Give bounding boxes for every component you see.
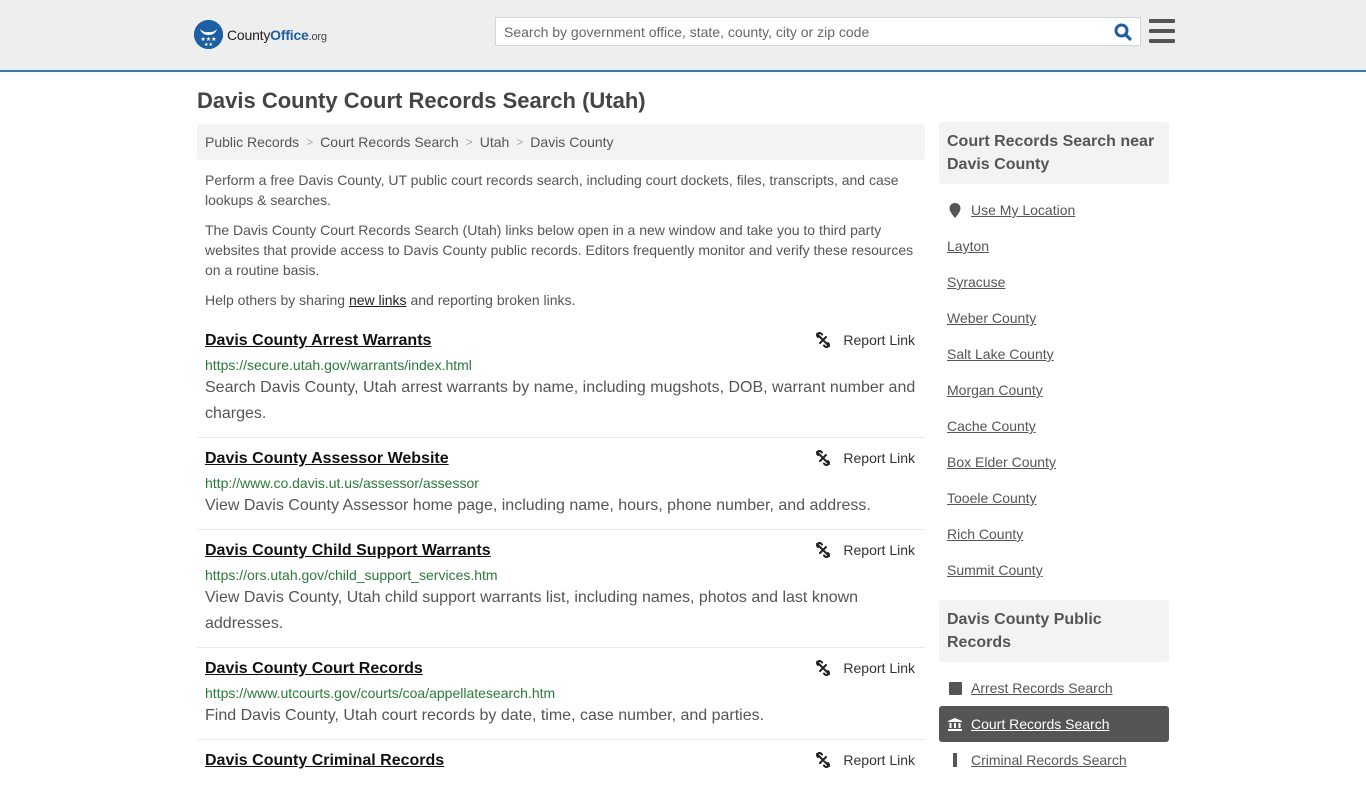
report-link-button[interactable]: Report Link	[815, 752, 915, 768]
use-my-location-item: Use My Location	[939, 192, 1169, 228]
breadcrumb-utah[interactable]: Utah	[480, 134, 510, 150]
result-item: Davis County Criminal Records Report Lin…	[197, 740, 925, 782]
public-records-heading: Davis County Public Records	[939, 600, 1169, 662]
public-records-list: Arrest Records Search Court Records Sear…	[939, 662, 1169, 790]
result-item: Davis County Child Support Warrants Repo…	[197, 530, 925, 648]
result-title-link[interactable]: Davis County Court Records	[205, 658, 423, 680]
result-item: Davis County Arrest Warrants Report Link…	[197, 326, 925, 438]
nearby-link-layton[interactable]: Layton	[947, 238, 989, 254]
nearby-item: Syracuse	[939, 264, 1169, 300]
nearby-list: Use My Location Layton Syracuse Weber Co…	[939, 184, 1169, 600]
court-records-search-link[interactable]: Court Records Search	[971, 716, 1110, 732]
results-list: Davis County Arrest Warrants Report Link…	[197, 326, 925, 782]
result-description: Search Davis County, Utah arrest warrant…	[205, 379, 916, 422]
nearby-item: Salt Lake County	[939, 336, 1169, 372]
site-header: ★★★ ★★ CountyOffice.org	[0, 0, 1366, 72]
public-records-item: Criminal Records Search	[939, 742, 1169, 778]
logo-text: CountyOffice.org	[227, 26, 327, 43]
nearby-item: Weber County	[939, 300, 1169, 336]
breadcrumb-davis-county[interactable]: Davis County	[530, 134, 613, 150]
nearby-link-salt-lake-county[interactable]: Salt Lake County	[947, 346, 1054, 362]
report-link-button[interactable]: Report Link	[815, 660, 915, 676]
result-description: View Davis County Assessor home page, in…	[205, 497, 871, 514]
result-title-link[interactable]: Davis County Criminal Records	[205, 750, 444, 772]
broken-link-icon	[816, 542, 831, 558]
intro-paragraph-3: Help others by sharing new links and rep…	[205, 292, 576, 308]
nearby-link-weber-county[interactable]: Weber County	[947, 310, 1036, 326]
search-icon	[1114, 23, 1132, 41]
nearby-item: Tooele County	[939, 480, 1169, 516]
nearby-link-tooele-county[interactable]: Tooele County	[947, 490, 1037, 506]
nearby-link-morgan-county[interactable]: Morgan County	[947, 382, 1043, 398]
broken-link-icon	[816, 752, 831, 768]
square-icon	[947, 681, 963, 695]
map-marker-icon	[947, 202, 963, 218]
nearby-item: Cache County	[939, 408, 1169, 444]
search-bar	[495, 17, 1141, 46]
intro-paragraph-1: Perform a free Davis County, UT public c…	[205, 172, 899, 208]
nearby-link-summit-county[interactable]: Summit County	[947, 562, 1043, 578]
result-url: https://www.utcourts.gov/courts/coa/appe…	[205, 685, 556, 701]
breadcrumb-separator: >	[465, 135, 473, 149]
nearby-item: Morgan County	[939, 372, 1169, 408]
courthouse-icon	[947, 717, 963, 731]
broken-link-icon	[816, 332, 831, 348]
intro-text: Perform a free Davis County, UT public c…	[205, 170, 920, 320]
public-records-item: Arrest Records Search	[939, 670, 1169, 706]
search-button[interactable]	[1106, 18, 1140, 45]
public-records-item-active: Court Records Search	[939, 706, 1169, 742]
broken-link-icon	[816, 450, 831, 466]
breadcrumb-public-records[interactable]: Public Records	[205, 134, 299, 150]
result-url: https://secure.utah.gov/warrants/index.h…	[205, 357, 472, 373]
nearby-link-syracuse[interactable]: Syracuse	[947, 274, 1005, 290]
result-title-link[interactable]: Davis County Arrest Warrants	[205, 330, 431, 352]
report-link-button[interactable]: Report Link	[815, 450, 915, 466]
nearby-link-cache-county[interactable]: Cache County	[947, 418, 1036, 434]
eagle-logo-icon: ★★★ ★★	[194, 20, 223, 49]
breadcrumb-court-records-search[interactable]: Court Records Search	[320, 134, 459, 150]
result-title-link[interactable]: Davis County Assessor Website	[205, 448, 449, 470]
arrest-records-search-link[interactable]: Arrest Records Search	[971, 680, 1113, 696]
svg-text:★★: ★★	[204, 42, 213, 48]
broken-link-icon	[816, 660, 831, 676]
result-item: Davis County Assessor Website Report Lin…	[197, 438, 925, 530]
nearby-item: Box Elder County	[939, 444, 1169, 480]
report-link-button[interactable]: Report Link	[815, 332, 915, 348]
bar-icon	[947, 753, 963, 767]
result-title-link[interactable]: Davis County Child Support Warrants	[205, 540, 491, 562]
site-logo[interactable]: ★★★ ★★ CountyOffice.org	[194, 20, 327, 49]
hamburger-menu-icon[interactable]	[1149, 19, 1175, 43]
nearby-item: Layton	[939, 228, 1169, 264]
breadcrumb: Public Records > Court Records Search > …	[197, 124, 925, 160]
nearby-link-box-elder-county[interactable]: Box Elder County	[947, 454, 1056, 470]
nearby-item: Rich County	[939, 516, 1169, 552]
report-link-button[interactable]: Report Link	[815, 542, 915, 558]
new-links-link[interactable]: new links	[349, 292, 407, 308]
result-description: View Davis County, Utah child support wa…	[205, 589, 859, 632]
page-title: Davis County Court Records Search (Utah)	[197, 88, 646, 113]
result-description: Find Davis County, Utah court records by…	[205, 707, 765, 724]
intro-paragraph-2: The Davis County Court Records Search (U…	[205, 222, 914, 278]
result-url: http://www.co.davis.ut.us/assessor/asses…	[205, 475, 479, 491]
nearby-item: Summit County	[939, 552, 1169, 588]
nearby-link-rich-county[interactable]: Rich County	[947, 526, 1023, 542]
sidebar: Court Records Search near Davis County U…	[939, 122, 1169, 790]
result-item: Davis County Court Records Report Link h…	[197, 648, 925, 740]
nearby-heading: Court Records Search near Davis County	[939, 122, 1169, 184]
breadcrumb-separator: >	[516, 135, 524, 149]
result-url: https://ors.utah.gov/child_support_servi…	[205, 567, 498, 583]
search-input[interactable]	[496, 18, 1106, 45]
criminal-records-search-link[interactable]: Criminal Records Search	[971, 752, 1127, 768]
breadcrumb-separator: >	[306, 135, 314, 149]
use-my-location-link[interactable]: Use My Location	[971, 202, 1075, 218]
